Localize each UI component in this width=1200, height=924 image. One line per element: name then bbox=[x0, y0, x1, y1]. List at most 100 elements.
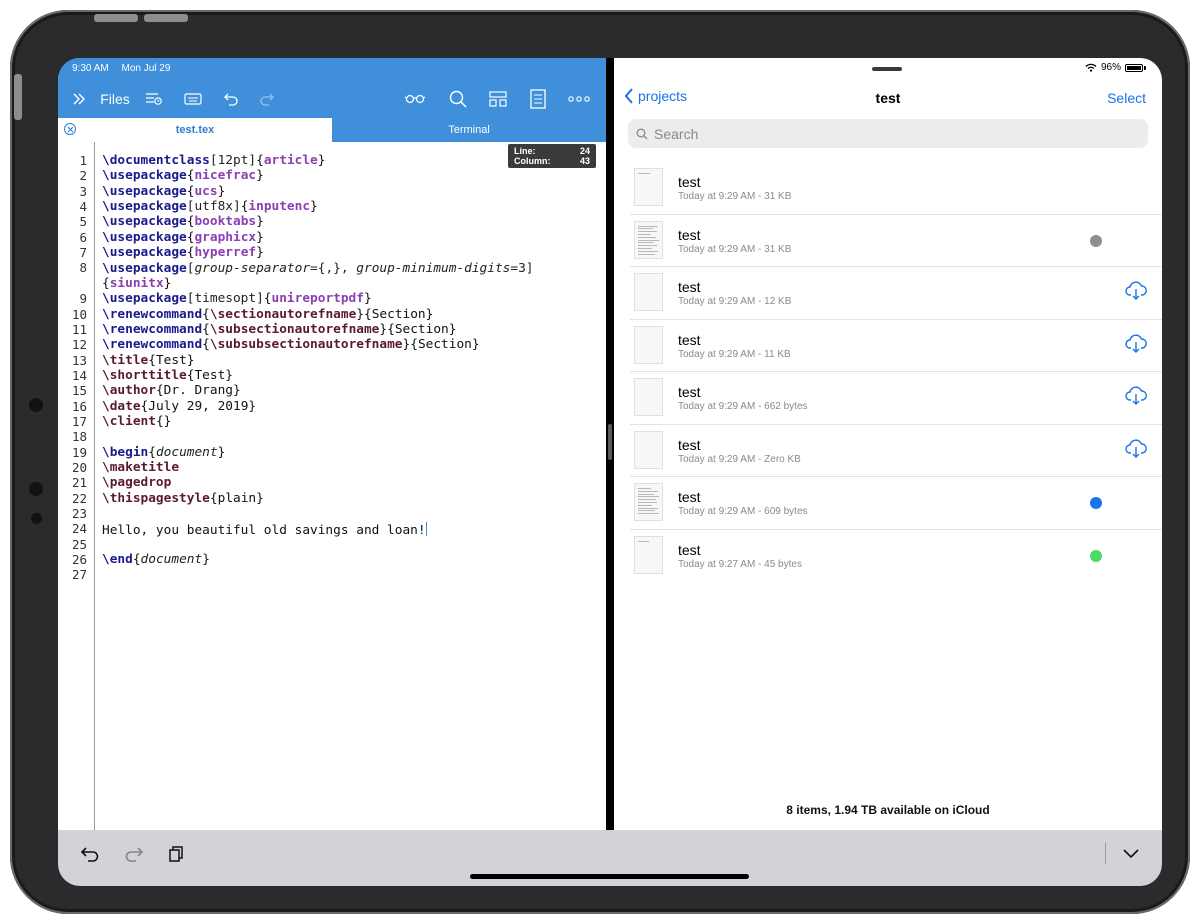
file-name: test bbox=[678, 331, 701, 348]
line-number: 1 bbox=[79, 153, 87, 168]
code-line: \usepackage{booktabs} bbox=[102, 214, 264, 230]
line-number: 19 bbox=[71, 444, 87, 460]
line-number: 3 bbox=[79, 183, 87, 199]
line-number: 2 bbox=[79, 168, 87, 184]
cloud-download-icon[interactable] bbox=[1125, 438, 1147, 464]
editor-pane: 9:30 AM Mon Jul 29 Files test.tex Termin… bbox=[58, 58, 606, 830]
code-line: \usepackage{nicefrac} bbox=[102, 168, 264, 184]
camera-sensor bbox=[31, 513, 42, 524]
file-thumbnail bbox=[634, 220, 663, 259]
file-row[interactable]: test Today at 9:29 AM - 609 bytes bbox=[630, 477, 1162, 530]
files-pane: 96% projects test Select Search test Toda… bbox=[614, 58, 1162, 830]
line-number: 23 bbox=[71, 506, 87, 522]
file-meta: Today at 9:29 AM - 662 bytes bbox=[678, 401, 808, 412]
thumbnail-text-line bbox=[638, 233, 651, 235]
line-number: 25 bbox=[71, 536, 87, 552]
thumbnail-text-line bbox=[638, 507, 658, 509]
code-line: \usepackage[utf8x]{inputenc} bbox=[102, 199, 318, 214]
file-row[interactable]: test Today at 9:29 AM - 662 bytes bbox=[630, 372, 1162, 425]
redo-icon[interactable] bbox=[121, 842, 147, 866]
line-number: 9 bbox=[79, 291, 87, 307]
file-meta: Today at 9:29 AM - 11 KB bbox=[678, 348, 791, 360]
file-row[interactable]: test Today at 9:29 AM - Zero KB bbox=[630, 425, 1162, 477]
code-line: \begin{document} bbox=[102, 444, 226, 460]
file-row[interactable]: test Today at 9:27 AM - 45 bytes bbox=[630, 530, 1162, 582]
preview-glasses-icon[interactable] bbox=[403, 84, 427, 114]
file-thumbnail bbox=[634, 535, 663, 574]
file-thumbnail bbox=[634, 273, 663, 311]
line-number: 18 bbox=[71, 429, 87, 445]
power-button bbox=[14, 74, 22, 120]
search-field[interactable]: Search bbox=[628, 119, 1148, 148]
thumbnail-text-line bbox=[638, 250, 658, 252]
file-meta: Today at 9:29 AM - 12 KB bbox=[678, 296, 792, 307]
code-line: \documentclass[12pt]{article} bbox=[102, 153, 326, 168]
files-button[interactable]: Files bbox=[98, 84, 132, 114]
editor-header: 9:30 AM Mon Jul 29 Files test.tex Termin… bbox=[58, 58, 606, 142]
tab-terminal[interactable]: Terminal bbox=[332, 118, 606, 142]
cloud-download-icon[interactable] bbox=[1125, 281, 1147, 306]
code-line: \renewcommand{\sectionautorefname}{Secti… bbox=[102, 306, 434, 322]
text-cursor bbox=[425, 521, 427, 536]
file-meta: Today at 9:29 AM - 31 KB bbox=[678, 243, 792, 255]
line-number: 12 bbox=[71, 337, 87, 353]
volume-down-button bbox=[144, 14, 188, 22]
file-meta: Today at 9:27 AM - 45 bytes bbox=[678, 558, 802, 570]
line-number: 26 bbox=[71, 552, 87, 568]
file-row[interactable]: test Today at 9:29 AM - 31 KB bbox=[630, 162, 1162, 215]
thumbnail-text-line bbox=[638, 225, 658, 227]
files-label: Files bbox=[100, 91, 130, 107]
line-number: 4 bbox=[79, 199, 87, 215]
split-view-handle[interactable] bbox=[608, 424, 612, 460]
line-number: 5 bbox=[79, 214, 87, 230]
document-icon[interactable] bbox=[526, 84, 550, 114]
code-line: \pagedrop bbox=[102, 475, 172, 491]
code-line: \title{Test} bbox=[102, 352, 195, 368]
outline-icon[interactable] bbox=[144, 84, 164, 114]
file-meta: Today at 9:29 AM - 31 KB bbox=[678, 191, 792, 202]
undo-icon[interactable] bbox=[220, 84, 242, 114]
sidebar-toggle-icon[interactable] bbox=[70, 84, 88, 114]
code-line: \thispagestyle{plain} bbox=[102, 490, 264, 506]
code-editor[interactable]: Line: 24 Column: 43 1 2 3 4 5 6 7 8 9 10 11 12 13 14 1… bbox=[58, 142, 606, 830]
close-tab-icon[interactable] bbox=[64, 123, 76, 135]
file-row[interactable]: test Today at 9:29 AM - 12 KB bbox=[630, 267, 1162, 320]
home-indicator[interactable] bbox=[470, 874, 749, 879]
cloud-download-icon[interactable] bbox=[1125, 386, 1147, 411]
code-line: \maketitle bbox=[102, 460, 180, 476]
file-row[interactable]: test Today at 9:29 AM - 31 KB bbox=[630, 215, 1162, 267]
line-number: 24 bbox=[71, 521, 87, 537]
keyboard-icon[interactable] bbox=[182, 84, 204, 114]
line-number: 13 bbox=[71, 352, 87, 368]
thumbnail-text-line bbox=[638, 510, 655, 512]
code-line: {siunitx} bbox=[102, 275, 172, 291]
redo-icon[interactable] bbox=[256, 84, 278, 114]
file-name: test bbox=[678, 279, 701, 295]
battery-icon bbox=[1125, 63, 1143, 72]
structure-icon[interactable] bbox=[486, 84, 510, 114]
file-thumbnail bbox=[634, 483, 663, 521]
dismiss-keyboard-icon[interactable] bbox=[1118, 842, 1144, 866]
undo-icon[interactable] bbox=[77, 842, 103, 866]
line-number: 14 bbox=[71, 367, 87, 383]
select-button[interactable]: Select bbox=[1107, 90, 1146, 106]
code-line: \renewcommand{\subsectionautorefname}{Se… bbox=[102, 321, 457, 337]
code-line: \usepackage[timesopt]{unireportpdf} bbox=[102, 291, 372, 307]
thumbnail-text-line bbox=[638, 173, 650, 174]
thumbnail-text-line bbox=[638, 496, 659, 498]
paste-icon[interactable] bbox=[164, 842, 190, 866]
file-row[interactable]: test Today at 9:29 AM - 11 KB bbox=[630, 320, 1162, 372]
toolbar-separator bbox=[1105, 842, 1106, 864]
status-date: Mon Jul 29 bbox=[121, 63, 171, 74]
camera-sensor bbox=[29, 482, 43, 496]
search-icon[interactable] bbox=[446, 84, 470, 114]
more-icon[interactable] bbox=[566, 84, 592, 114]
file-name: test bbox=[678, 541, 701, 558]
cloud-download-icon[interactable] bbox=[1125, 333, 1147, 359]
code-line: \shorttitle{Test} bbox=[102, 368, 234, 383]
tag-dot bbox=[1090, 497, 1102, 509]
editor-toolbar: Files bbox=[58, 84, 606, 114]
tab-test-tex[interactable]: test.tex bbox=[58, 118, 332, 142]
file-name: test bbox=[678, 489, 701, 505]
multitasking-grabber[interactable] bbox=[872, 67, 902, 71]
